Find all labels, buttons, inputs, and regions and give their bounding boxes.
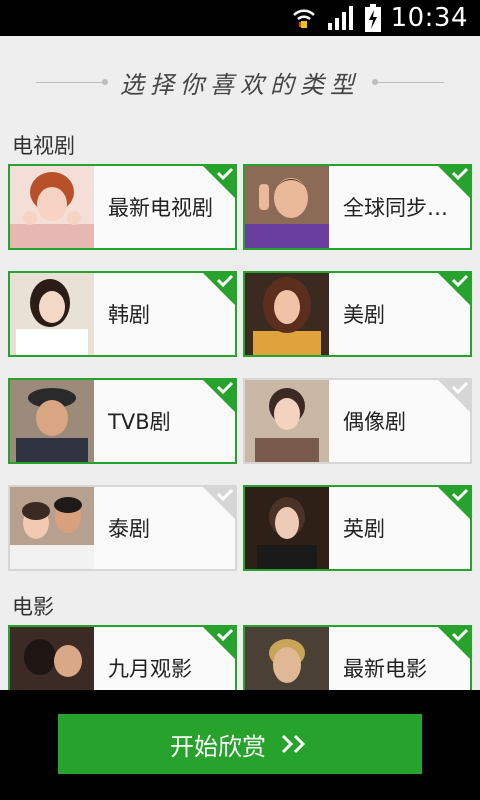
page-title: 选择你喜欢的类型 [120,70,360,99]
checkmark-corner-icon [436,164,472,200]
status-bar: 10:34 [0,0,480,36]
start-watching-button[interactable]: 开始欣赏 [58,714,422,774]
category-label: 九月观影 [108,657,192,681]
checkmark-corner-icon [201,271,237,307]
checkmark-corner-icon [201,378,237,414]
thumbnail-image [10,627,94,690]
category-label: 偶像剧 [343,410,406,434]
clock-time: 10:34 [390,3,468,33]
thumbnail-image [10,273,94,355]
category-label: TVB剧 [108,410,171,434]
checkmark-corner-icon [436,625,472,661]
category-card[interactable]: 偶像剧 [243,378,472,464]
category-label: 最新电影 [343,657,427,681]
wifi-icon [292,9,315,28]
category-label: 全球同步… [343,196,448,220]
category-card[interactable]: 韩剧 [8,271,237,357]
thumbnail-image [245,627,329,690]
category-card[interactable]: 最新电视剧 [8,164,237,250]
category-label: 泰剧 [108,517,150,541]
page-header: 选择你喜欢的类型 [0,36,480,128]
category-label: 韩剧 [108,303,150,327]
thumbnail-image [10,166,94,248]
category-card[interactable]: 英剧 [243,485,472,571]
header-divider-right [372,78,444,85]
category-label: 英剧 [343,517,385,541]
category-card[interactable]: 全球同步… [243,164,472,250]
section-title-movies: 电影 [12,595,54,619]
thumbnail-image [245,273,329,355]
signal-icon [327,6,353,30]
thumbnail-image [245,487,329,569]
start-button-label: 开始欣赏 [170,732,266,761]
category-grid-tv: 最新电视剧 全球同步… 韩剧 美剧 TVB剧 偶像剧 泰剧 英剧 [0,164,480,571]
category-picker-screen: 选择你喜欢的类型 电视剧 最新电视剧 全球同步… 韩剧 美剧 TVB剧 偶像剧 … [0,36,480,690]
checkmark-corner-icon [201,625,237,661]
double-chevron-right-icon [281,734,306,754]
checkmark-corner-icon [436,485,472,521]
thumbnail-image [245,380,329,462]
thumbnail-image [245,166,329,248]
category-card[interactable]: TVB剧 [8,378,237,464]
category-grid-movies: 九月观影 最新电影 [0,625,480,690]
checkmark-corner-icon [201,164,237,200]
category-label: 最新电视剧 [108,196,213,220]
category-card[interactable]: 九月观影 [8,625,237,690]
section-title-tv: 电视剧 [12,134,75,158]
thumbnail-image [10,487,94,569]
header-divider-left [36,78,108,85]
category-card[interactable]: 泰剧 [8,485,237,571]
category-card[interactable]: 最新电影 [243,625,472,690]
checkmark-corner-icon [436,378,472,414]
checkmark-corner-icon [436,271,472,307]
battery-charging-icon [364,4,381,32]
category-label: 美剧 [343,303,385,327]
thumbnail-image [10,380,94,462]
checkmark-corner-icon [201,485,237,521]
category-card[interactable]: 美剧 [243,271,472,357]
bottom-bar: 开始欣赏 [0,690,480,800]
